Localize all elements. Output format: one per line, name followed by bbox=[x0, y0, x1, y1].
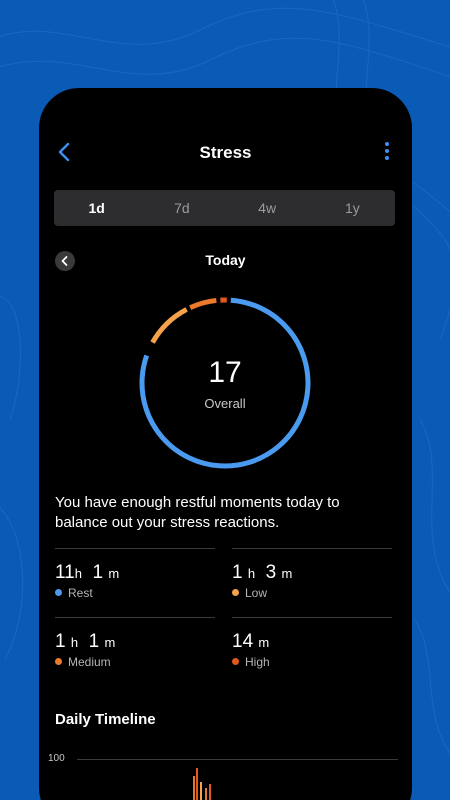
daily-timeline-chart: 100 bbox=[39, 748, 412, 800]
page-title: Stress bbox=[199, 143, 252, 162]
stat-low: 1 h 3 m Low bbox=[232, 548, 392, 616]
stat-rest-value: 11h 1 m bbox=[55, 562, 120, 583]
more-options-button[interactable] bbox=[382, 142, 392, 164]
tab-4w[interactable]: 4w bbox=[225, 190, 310, 226]
stat-medium-label: Medium bbox=[68, 655, 111, 669]
period-segmented-control: 1d 7d 4w 1y bbox=[54, 190, 395, 226]
timeline-bar bbox=[209, 784, 211, 800]
high-dot bbox=[232, 658, 239, 665]
tab-1y[interactable]: 1y bbox=[310, 190, 395, 226]
more-vertical-icon bbox=[382, 142, 392, 160]
timeline-max-label: 100 bbox=[48, 753, 65, 764]
stress-message: You have enough restful moments today to… bbox=[55, 494, 340, 531]
stat-rest-label: Rest bbox=[68, 586, 93, 600]
stat-rest: 11h 1 m Rest bbox=[55, 548, 215, 616]
stat-medium: 1 h 1 m Medium bbox=[55, 617, 215, 685]
timeline-bar bbox=[205, 788, 207, 800]
stress-score-label: Overall bbox=[204, 396, 246, 411]
stat-low-value: 1 h 3 m bbox=[232, 562, 293, 583]
tab-7d[interactable]: 7d bbox=[139, 190, 224, 226]
app-header: Stress bbox=[39, 88, 412, 162]
low-dot bbox=[232, 589, 239, 596]
stat-medium-value: 1 h 1 m bbox=[55, 631, 116, 652]
timeline-bar bbox=[196, 768, 198, 800]
daily-timeline-title: Daily Timeline bbox=[55, 711, 156, 728]
timeline-gridline bbox=[77, 759, 398, 760]
phone-frame: Stress 1d 7d 4w 1y Today 17 Overall You … bbox=[39, 88, 412, 800]
stat-high: 14 m High bbox=[232, 617, 392, 685]
stat-high-label: High bbox=[245, 655, 270, 669]
medium-dot bbox=[55, 658, 62, 665]
stat-high-value: 14 m bbox=[232, 631, 270, 652]
date-label: Today bbox=[205, 252, 246, 268]
stress-ring: 17 Overall bbox=[135, 293, 315, 473]
stat-low-label: Low bbox=[245, 586, 268, 600]
stress-score: 17 bbox=[208, 356, 242, 389]
timeline-bar bbox=[200, 782, 202, 800]
tab-1d[interactable]: 1d bbox=[54, 190, 139, 226]
date-navigator: Today bbox=[39, 248, 412, 272]
timeline-bar bbox=[193, 776, 195, 800]
rest-dot bbox=[55, 589, 62, 596]
